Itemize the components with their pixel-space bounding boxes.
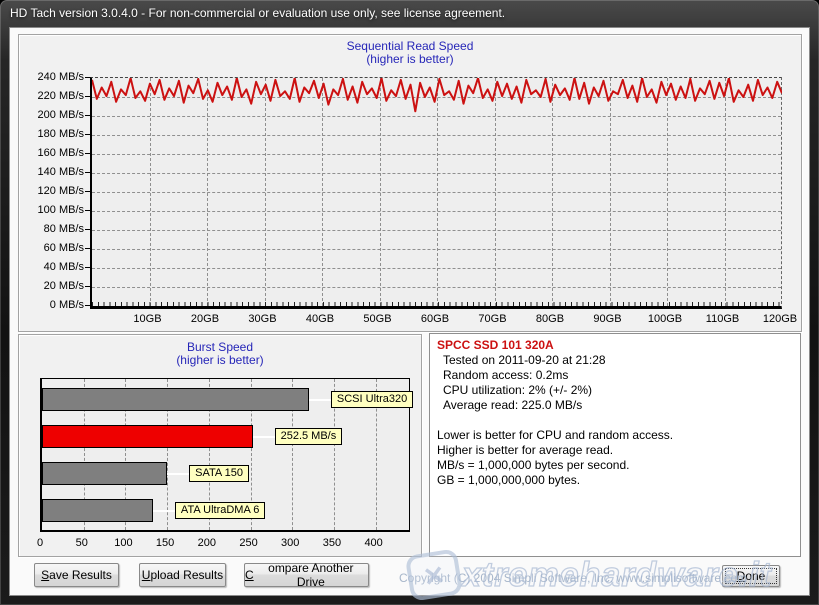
- burst-speed-panel: Burst Speed (higher is better) SCSI Ultr…: [18, 334, 422, 557]
- note-line: Higher is better for average read.: [437, 443, 793, 458]
- burst-bar: [42, 388, 309, 411]
- y-tick-label: 140 MB/s: [22, 166, 84, 178]
- burst-bar: [42, 499, 153, 522]
- upload-results-button[interactable]: Upload Results: [139, 563, 226, 587]
- bar-label: SATA 150: [189, 465, 249, 482]
- drive-detail-line: Tested on 2011-09-20 at 21:28: [437, 353, 793, 368]
- burst-bar: [42, 462, 167, 485]
- sequential-read-panel: Sequential Read Speed (higher is better)…: [18, 34, 802, 332]
- bar-label: ATA UltraDMA 6: [175, 502, 265, 519]
- burst-x-tick-label: 200: [187, 537, 227, 549]
- y-tick-label: 40 MB/s: [22, 261, 84, 273]
- y-tick-label: 20 MB/s: [22, 280, 84, 292]
- x-tick-label: 10GB: [120, 313, 176, 325]
- sequential-plot-area: [90, 77, 782, 309]
- drive-detail-line: CPU utilization: 2% (+/- 2%): [437, 383, 793, 398]
- y-tick-label: 80 MB/s: [22, 223, 84, 235]
- x-tick-label: 30GB: [235, 313, 291, 325]
- y-tick-label: 100 MB/s: [22, 204, 84, 216]
- sequential-chart-subtitle: (higher is better): [19, 53, 801, 66]
- x-tick-label: 100GB: [637, 313, 693, 325]
- y-tick-label: 200 MB/s: [22, 109, 84, 121]
- burst-x-tick-label: 250: [229, 537, 269, 549]
- drive-info-panel: SPCC SSD 101 320A Tested on 2011-09-20 a…: [429, 333, 801, 557]
- x-tick-label: 40GB: [292, 313, 348, 325]
- drive-name: SPCC SSD 101 320A: [437, 338, 793, 353]
- burst-bar: [42, 425, 253, 448]
- bar-label: 252.5 MB/s: [275, 428, 343, 445]
- client-area: Sequential Read Speed (higher is better)…: [9, 27, 810, 596]
- bar-label-connector: [153, 510, 175, 512]
- drive-detail-line: Average read: 225.0 MB/s: [437, 398, 793, 413]
- burst-x-tick-label: 0: [20, 537, 60, 549]
- burst-x-tick-label: 400: [354, 537, 394, 549]
- y-tick-label: 220 MB/s: [22, 90, 84, 102]
- burst-x-tick-label: 50: [62, 537, 102, 549]
- burst-x-tick-label: 300: [270, 537, 310, 549]
- x-tick-label: 70GB: [465, 313, 521, 325]
- title-bar[interactable]: HD Tach version 3.0.4.0 - For non-commer…: [0, 0, 819, 27]
- note-line: GB = 1,000,000,000 bytes.: [437, 473, 793, 488]
- x-tick-label: 20GB: [177, 313, 233, 325]
- note-line: MB/s = 1,000,000 bytes per second.: [437, 458, 793, 473]
- drive-detail-line: Random access: 0.2ms: [437, 368, 793, 383]
- y-tick-label: 0 MB/s: [22, 299, 84, 311]
- y-tick-label: 60 MB/s: [22, 242, 84, 254]
- drive-details: Tested on 2011-09-20 at 21:28Random acce…: [437, 353, 793, 413]
- note-line: Lower is better for CPU and random acces…: [437, 428, 793, 443]
- y-tick-label: 240 MB/s: [22, 71, 84, 83]
- y-tick-label: 160 MB/s: [22, 147, 84, 159]
- burst-x-tick-label: 350: [312, 537, 352, 549]
- y-tick-label: 120 MB/s: [22, 185, 84, 197]
- benchmark-notes: Lower is better for CPU and random acces…: [437, 428, 793, 488]
- burst-plot-area: SCSI Ultra320 252.5 MB/s SATA 150 ATA Ultra…: [40, 378, 410, 532]
- bar-label: SCSI Ultra320: [331, 391, 413, 408]
- x-tick-label: 50GB: [350, 313, 406, 325]
- bar-label-connector: [167, 473, 189, 475]
- app-window: HD Tach version 3.0.4.0 - For non-commer…: [0, 0, 819, 605]
- x-tick-label: 120GB: [752, 313, 808, 325]
- copyright-text: Copyright (C) 2004 Simpli Software, Inc.…: [399, 571, 747, 585]
- save-results-button[interactable]: Save Results: [34, 563, 119, 587]
- x-tick-label: 90GB: [580, 313, 636, 325]
- y-tick-label: 180 MB/s: [22, 128, 84, 140]
- window-title: HD Tach version 3.0.4.0 - For non-commer…: [10, 6, 505, 20]
- sequential-read-line: [92, 78, 782, 306]
- x-tick-label: 60GB: [407, 313, 463, 325]
- burst-x-tick-label: 150: [145, 537, 185, 549]
- burst-x-tick-label: 100: [103, 537, 143, 549]
- compare-another-drive-button[interactable]: Compare Another Drive: [244, 563, 369, 587]
- bar-label-connector: [309, 399, 331, 401]
- burst-chart-subtitle: (higher is better): [19, 354, 421, 367]
- x-tick-label: 80GB: [522, 313, 578, 325]
- x-tick-label: 110GB: [695, 313, 751, 325]
- bar-label-connector: [253, 436, 275, 438]
